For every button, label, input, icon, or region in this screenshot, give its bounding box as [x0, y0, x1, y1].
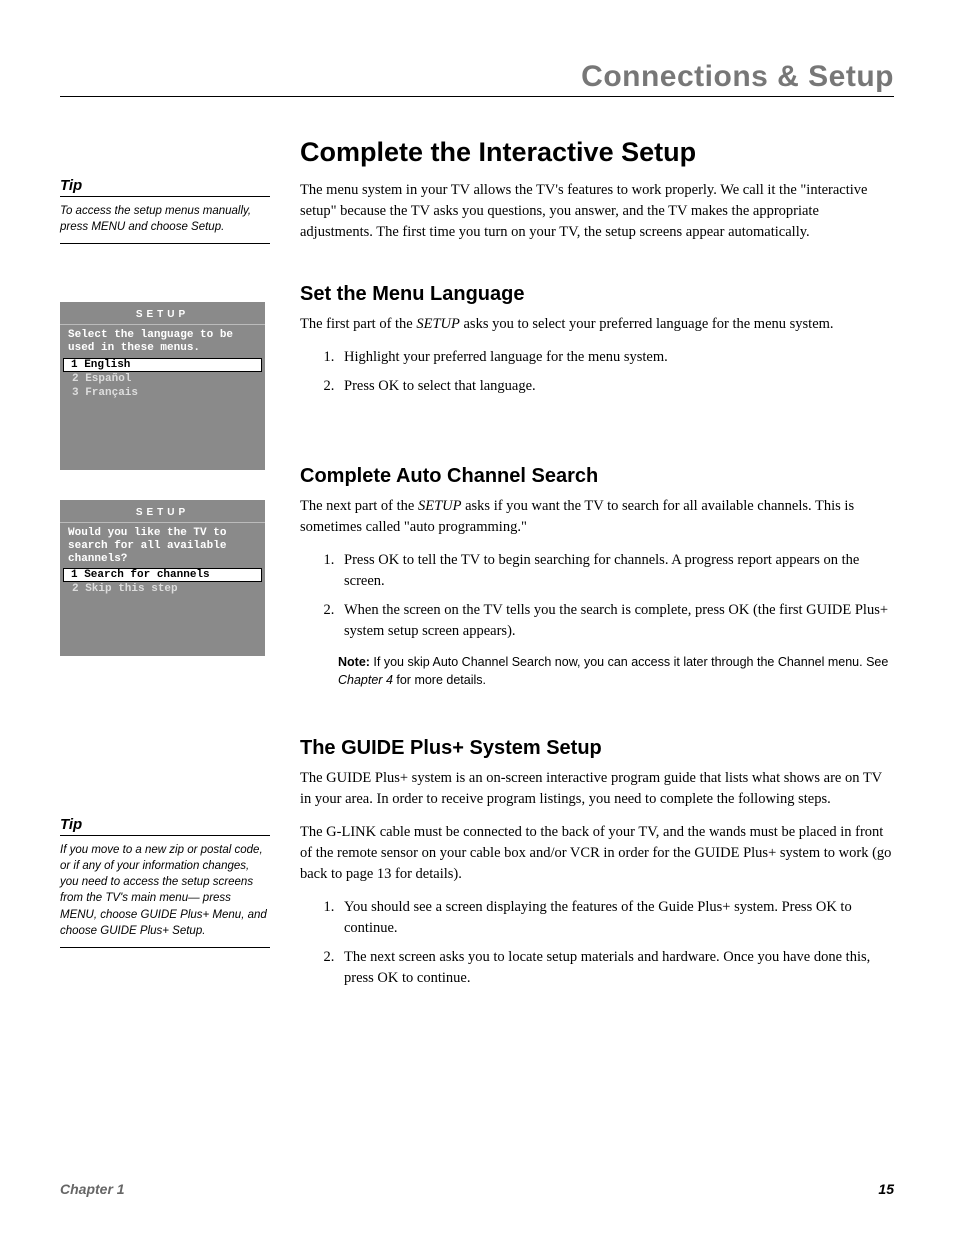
- intro-paragraph: The menu system in your TV allows the TV…: [300, 180, 894, 243]
- section-heading-language: Set the Menu Language: [300, 283, 894, 306]
- tip-text: To access the setup menus manually, pres…: [60, 203, 270, 244]
- list-item: Press OK to tell the TV to begin searchi…: [338, 550, 894, 592]
- section-heading-channel-search: Complete Auto Channel Search: [300, 465, 894, 488]
- list-item: Press OK to select that language.: [338, 376, 894, 397]
- tv-screen-channels: SETUP Would you like the TV to search fo…: [60, 500, 265, 657]
- page-header: Connections & Setup: [60, 60, 894, 96]
- section-paragraph: The first part of the SETUP asks you to …: [300, 314, 894, 335]
- note: Note: If you skip Auto Channel Search no…: [338, 654, 894, 689]
- page-title: Complete the Interactive Setup: [300, 137, 894, 168]
- section-paragraph: The GUIDE Plus+ system is an on-screen i…: [300, 768, 894, 810]
- tip-title: Tip: [60, 177, 270, 197]
- tv-option-skip: 2 Skip this step: [64, 582, 261, 596]
- tv-option-francais: 3 Français: [64, 386, 261, 400]
- section-paragraph: The G-LINK cable must be connected to th…: [300, 822, 894, 885]
- tv-screen-title: SETUP: [60, 500, 265, 523]
- list-item: The next screen asks you to locate setup…: [338, 947, 894, 989]
- list-item: You should see a screen displaying the f…: [338, 897, 894, 939]
- sidebar: Tip To access the setup menus manually, …: [60, 137, 270, 1001]
- chapter-label: Chapter 1: [60, 1181, 125, 1197]
- page-number: 15: [878, 1181, 894, 1197]
- main-content: Complete the Interactive Setup The menu …: [300, 137, 894, 1001]
- tip-title: Tip: [60, 816, 270, 836]
- ordered-list: Highlight your preferred language for th…: [300, 347, 894, 397]
- tip-block-2: Tip If you move to a new zip or postal c…: [60, 816, 270, 948]
- tv-screen-title: SETUP: [60, 302, 265, 325]
- tv-option-search: 1 Search for channels: [63, 568, 262, 582]
- tip-text: If you move to a new zip or postal code,…: [60, 842, 270, 948]
- list-item: When the screen on the TV tells you the …: [338, 600, 894, 642]
- section-paragraph: The next part of the SETUP asks if you w…: [300, 496, 894, 538]
- tv-screen-language: SETUP Select the language to be used in …: [60, 302, 265, 469]
- ordered-list: Press OK to tell the TV to begin searchi…: [300, 550, 894, 642]
- section-heading-guide-plus: The GUIDE Plus+ System Setup: [300, 737, 894, 760]
- ordered-list: You should see a screen displaying the f…: [300, 897, 894, 989]
- tv-screen-prompt: Select the language to be used in these …: [60, 325, 265, 357]
- page-footer: Chapter 1 15: [60, 1181, 894, 1197]
- tv-option-english: 1 English: [63, 358, 262, 372]
- tv-screen-prompt: Would you like the TV to search for all …: [60, 523, 265, 569]
- tv-option-espanol: 2 Español: [64, 372, 261, 386]
- tip-block-1: Tip To access the setup menus manually, …: [60, 177, 270, 244]
- list-item: Highlight your preferred language for th…: [338, 347, 894, 368]
